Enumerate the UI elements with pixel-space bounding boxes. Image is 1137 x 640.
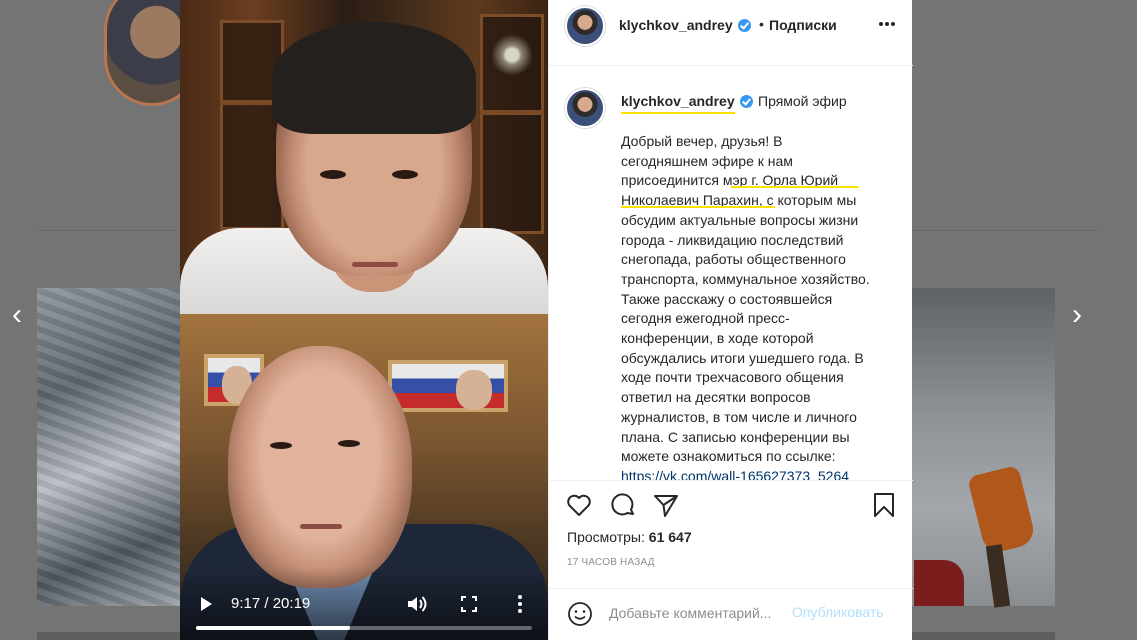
more-horizontal-icon[interactable] bbox=[877, 14, 897, 34]
time-separator: / bbox=[260, 595, 273, 612]
bookmark-icon[interactable] bbox=[870, 491, 898, 519]
cabinet-shelf bbox=[480, 110, 544, 115]
post-actions: Просмотры: 61 647 17 ЧАСОВ НАЗАД bbox=[549, 480, 913, 588]
caption-text: Добрый вечер, друзья! В сегодняшнем эфир… bbox=[621, 132, 871, 480]
video-progress-fill bbox=[196, 626, 350, 630]
person-top-eye-right bbox=[392, 170, 418, 179]
play-icon[interactable] bbox=[199, 596, 213, 612]
mayor-name-highlight bbox=[731, 186, 859, 188]
caption-area: klychkov_andrey Прямой эфир Добрый вечер… bbox=[549, 66, 913, 480]
current-time: 9:17 bbox=[231, 595, 261, 612]
red-cloth-graphic bbox=[914, 560, 964, 606]
comment-box: Опубликовать bbox=[549, 588, 913, 640]
emoji-icon[interactable] bbox=[567, 601, 593, 627]
video-controls: 9:17 / 20:19 bbox=[180, 568, 548, 640]
duration: 20:19 bbox=[272, 595, 311, 612]
person-bottom-mouth bbox=[300, 524, 342, 529]
mayor-name-highlight bbox=[621, 206, 775, 208]
volume-icon[interactable] bbox=[406, 594, 428, 614]
background-bottom-strip-left bbox=[37, 632, 180, 640]
caption-link[interactable]: https://vk.com/wall-165627373_5264 bbox=[621, 468, 849, 480]
post-header: klychkov_andrey • Подписки bbox=[549, 0, 913, 66]
comment-icon[interactable] bbox=[609, 491, 637, 519]
caption-body: Добрый вечер, друзья! В сегодняшнем эфир… bbox=[621, 133, 870, 465]
following-button[interactable]: Подписки bbox=[769, 17, 837, 33]
background-post-thumbnail-right[interactable] bbox=[912, 288, 1055, 606]
caption-type-label: Прямой эфир bbox=[758, 93, 847, 109]
header-separator: • bbox=[759, 16, 764, 32]
video-player[interactable]: 9:17 / 20:19 bbox=[180, 0, 548, 640]
post-timestamp[interactable]: 17 ЧАСОВ НАЗАД bbox=[567, 557, 655, 568]
background-bottom-strip-right bbox=[912, 632, 1055, 640]
framed-photo-right bbox=[388, 360, 508, 412]
person-bottom-eye-right bbox=[338, 440, 360, 447]
views-value: 61 647 bbox=[648, 529, 692, 545]
previous-post-arrow[interactable]: ‹ bbox=[4, 298, 30, 332]
views-label: Просмотры: bbox=[567, 529, 645, 545]
fullscreen-icon[interactable] bbox=[460, 595, 478, 613]
caption-username[interactable]: klychkov_andrey bbox=[621, 93, 735, 109]
publish-button[interactable]: Опубликовать bbox=[792, 604, 884, 620]
views-count[interactable]: Просмотры: 61 647 bbox=[567, 529, 692, 545]
heart-icon[interactable] bbox=[565, 491, 593, 519]
more-vertical-icon[interactable] bbox=[515, 593, 525, 615]
verified-badge-icon bbox=[740, 95, 753, 108]
post-panel: klychkov_andrey • Подписки klychkov_andr… bbox=[548, 0, 913, 640]
avatar[interactable] bbox=[565, 88, 605, 128]
person-bottom-head bbox=[228, 346, 412, 588]
framed-photo-face bbox=[456, 370, 492, 410]
video-progress-bar[interactable] bbox=[196, 626, 532, 630]
video-top-camera-feed bbox=[180, 0, 548, 318]
caption-username-highlight bbox=[621, 112, 735, 114]
comment-input[interactable] bbox=[609, 601, 789, 625]
chandelier-graphic bbox=[492, 30, 532, 80]
cabinet-glass-left bbox=[220, 20, 284, 230]
person-top-eye-left bbox=[320, 170, 346, 179]
share-icon[interactable] bbox=[652, 491, 680, 519]
header-username[interactable]: klychkov_andrey bbox=[619, 17, 733, 33]
person-top-mouth bbox=[352, 262, 398, 267]
person-top-hair bbox=[272, 22, 476, 134]
next-post-arrow[interactable]: › bbox=[1064, 298, 1090, 332]
avatar[interactable] bbox=[565, 6, 605, 46]
video-time: 9:17 / 20:19 bbox=[231, 595, 310, 612]
person-bottom-eye-left bbox=[270, 442, 292, 449]
background-post-thumbnail-left[interactable] bbox=[37, 288, 180, 606]
verified-badge-icon bbox=[738, 19, 751, 32]
